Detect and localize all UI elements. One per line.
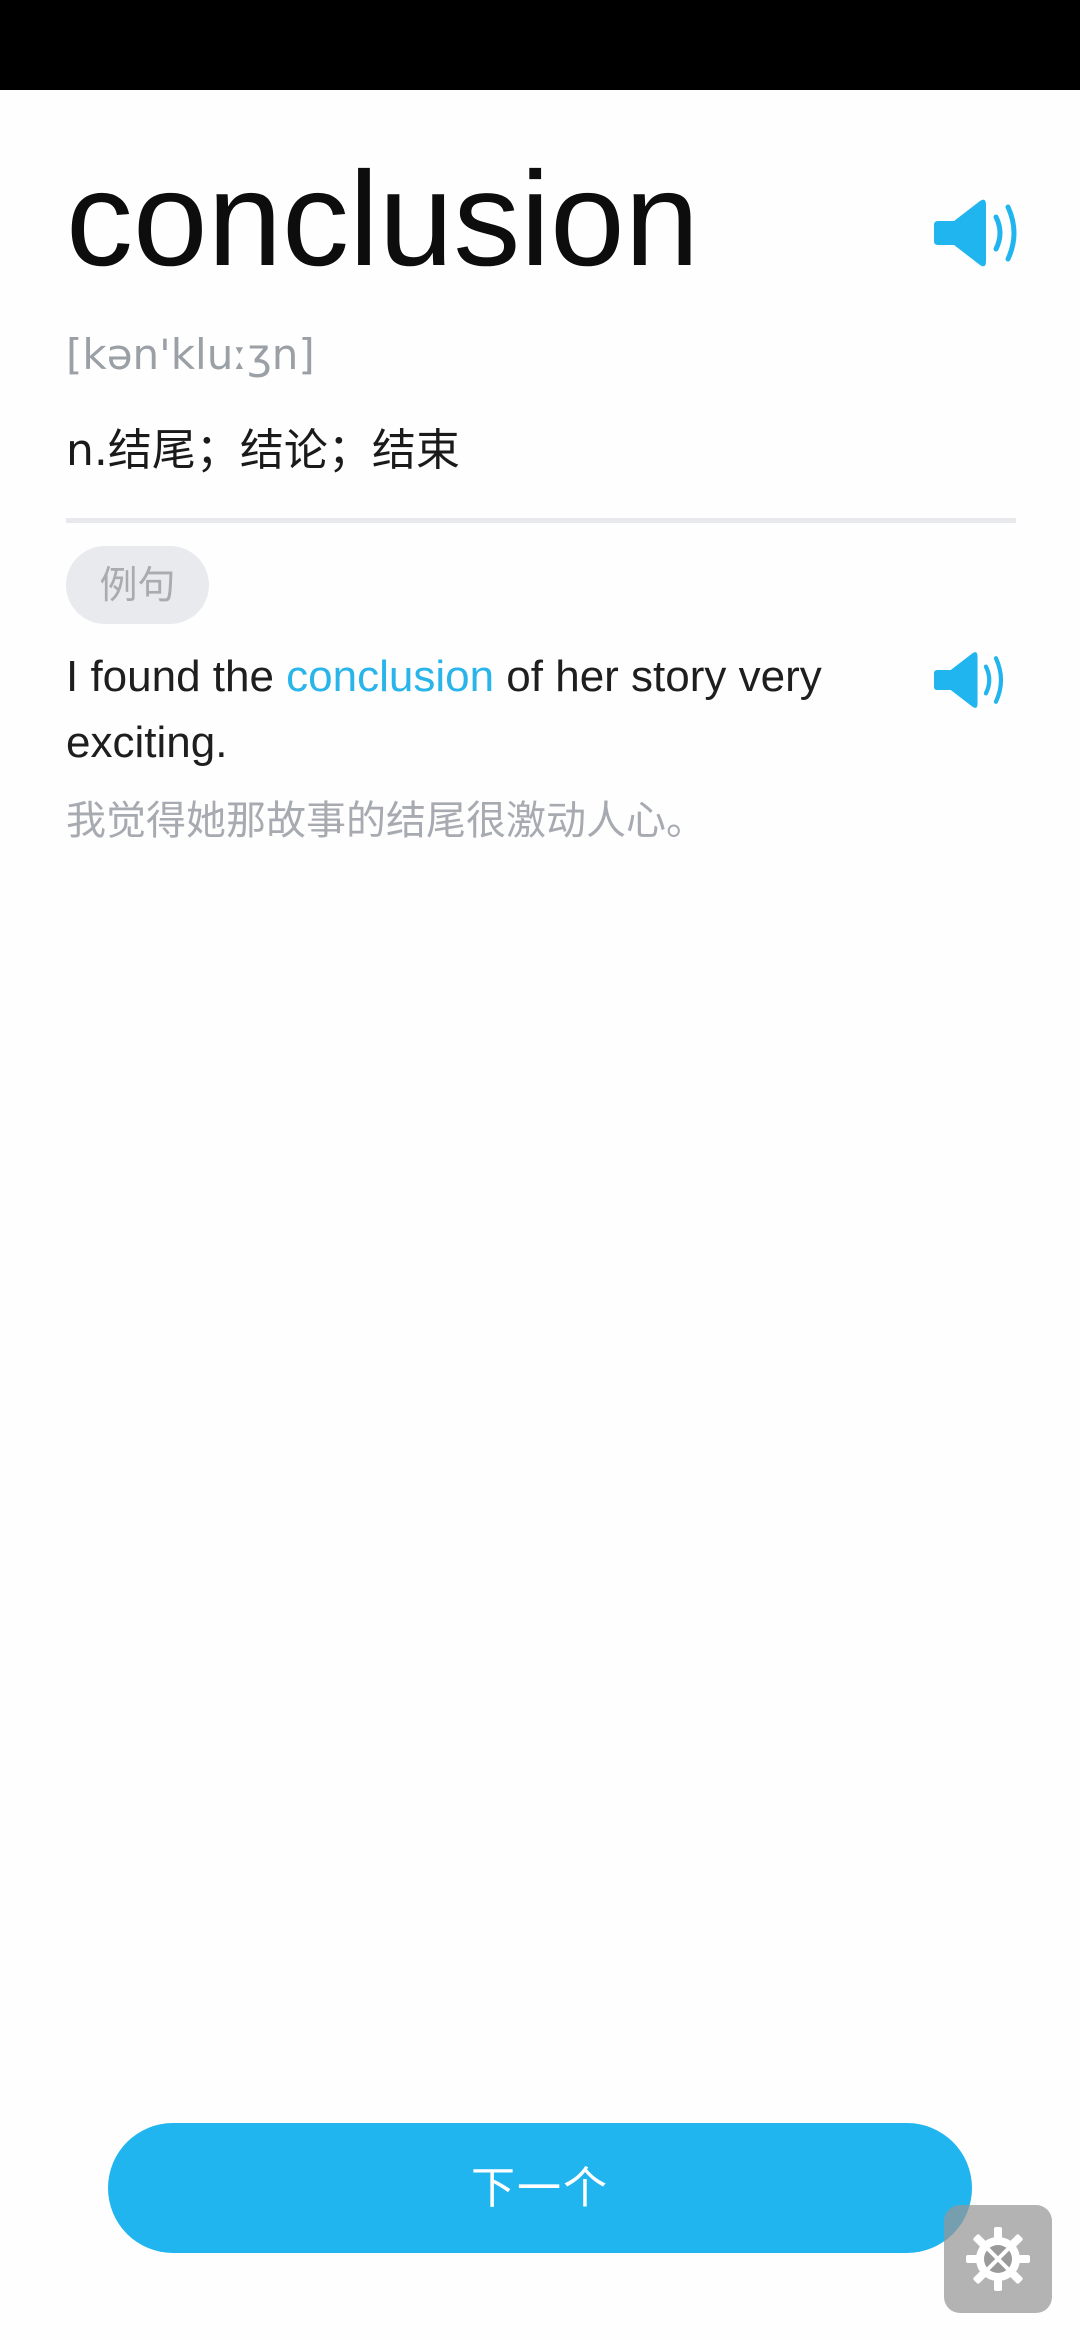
definition-text: n.结尾；结论；结束	[66, 425, 460, 476]
settings-tools-icon	[966, 2227, 1030, 2291]
word-card-page: conclusion [kən'kluːʒn] n.结尾；结论；结束 例句 I …	[0, 0, 1080, 2340]
settings-tools-button[interactable]	[944, 2205, 1052, 2313]
example-highlight-word: conclusion	[286, 652, 495, 701]
speaker-icon[interactable]	[934, 195, 1020, 271]
next-button[interactable]: 下一个	[108, 2123, 972, 2253]
phonetic-text: [kən'kluːʒn]	[66, 330, 315, 379]
word-title: conclusion	[66, 145, 700, 294]
example-tag: 例句	[66, 546, 209, 624]
example-sentence: I found the conclusion of her story very…	[66, 644, 886, 776]
example-translation: 我觉得她那故事的结尾很激动人心。	[66, 798, 706, 844]
status-bar	[0, 0, 1080, 90]
example-sentence-start: I found the	[66, 652, 287, 701]
speaker-icon[interactable]	[934, 648, 1006, 712]
divider	[66, 518, 1016, 523]
